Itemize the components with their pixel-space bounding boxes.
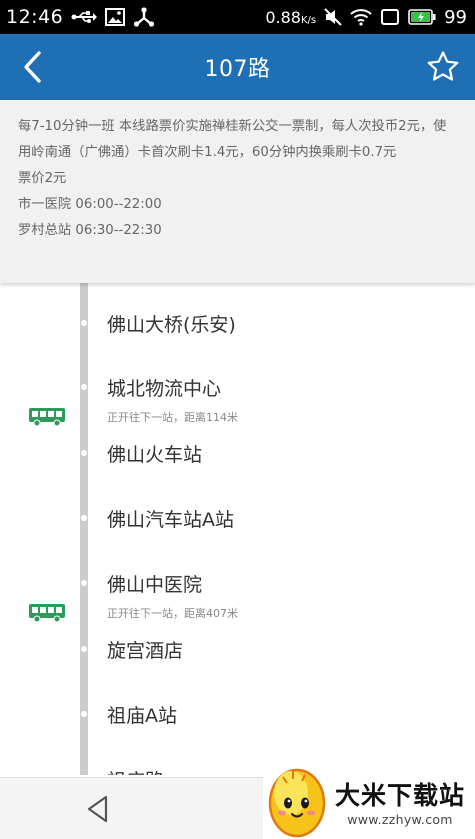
screen-icon [380,8,400,26]
stop-name: 祖庙A站 [107,705,177,727]
back-button[interactable] [14,49,50,85]
battery-icon [408,9,436,25]
stop-item[interactable]: 旋宫酒店 [0,614,475,680]
status-bar: 12:46 0.88K/s 99 [0,0,475,34]
image-icon [105,8,126,26]
route-description: 每7-10分钟一班 本线路票价实施禅桂新公交一票制，每人次投币2元，使用岭南通（… [18,119,447,160]
schedule-line: 罗村总站 06:30--22:30 [18,223,162,238]
wifi-icon [350,8,372,26]
stop-dot [81,646,87,652]
stop-name: 祖庙路 [107,766,164,775]
stop-dot [81,384,87,390]
net-speed: 0.88K/s [265,7,317,27]
star-icon [427,51,459,81]
nav-back-icon [87,795,108,823]
stop-dot [81,515,87,521]
stop-item[interactable]: 佛山大桥(乐安) [0,288,475,354]
stop-item[interactable]: 祖庙A站 [0,679,475,745]
stop-name: 佛山大桥(乐安) [107,314,236,336]
stop-dot [81,450,87,456]
status-time: 12:46 [6,6,64,28]
battery-level: 99 [444,6,467,28]
usb-icon [71,10,98,24]
stop-name: 旋宫酒店 [107,640,184,662]
stop-dot [81,711,87,717]
rice-mascot-logo [268,768,326,838]
nav-back-button[interactable] [84,794,114,824]
stop-item[interactable]: 佛山火车站 [0,418,475,484]
page-title: 107路 [204,57,271,82]
app-bar: 107路 [0,34,475,100]
watermark-name: 大米下载站 [335,780,466,810]
stop-name: 城北物流中心 [107,378,222,400]
stop-name: 佛山汽车站A站 [107,509,234,531]
mute-icon [324,8,342,26]
fare-text: 票价2元 [18,171,67,186]
schedule-line: 市一医院 06:00--22:00 [18,197,162,212]
stop-list[interactable]: 佛山大桥(乐安) 城北物流中心 正开往下一站，距离114米 佛山火车站 佛山汽车… [0,283,475,775]
watermark: 大米下载站 www.zzhyw.com [263,763,475,839]
watermark-url: www.zzhyw.com [347,811,453,827]
stop-dot [81,580,87,586]
favorite-button[interactable] [425,49,461,85]
share-icon [133,7,155,27]
stop-name: 佛山火车站 [107,444,203,466]
stop-item[interactable]: 佛山汽车站A站 [0,483,475,549]
route-info-panel: 每7-10分钟一班 本线路票价实施禅桂新公交一票制，每人次投币2元，使用岭南通（… [0,100,475,283]
stop-dot [81,320,87,326]
back-arrow-icon [24,51,41,83]
stop-name: 佛山中医院 [107,574,203,596]
